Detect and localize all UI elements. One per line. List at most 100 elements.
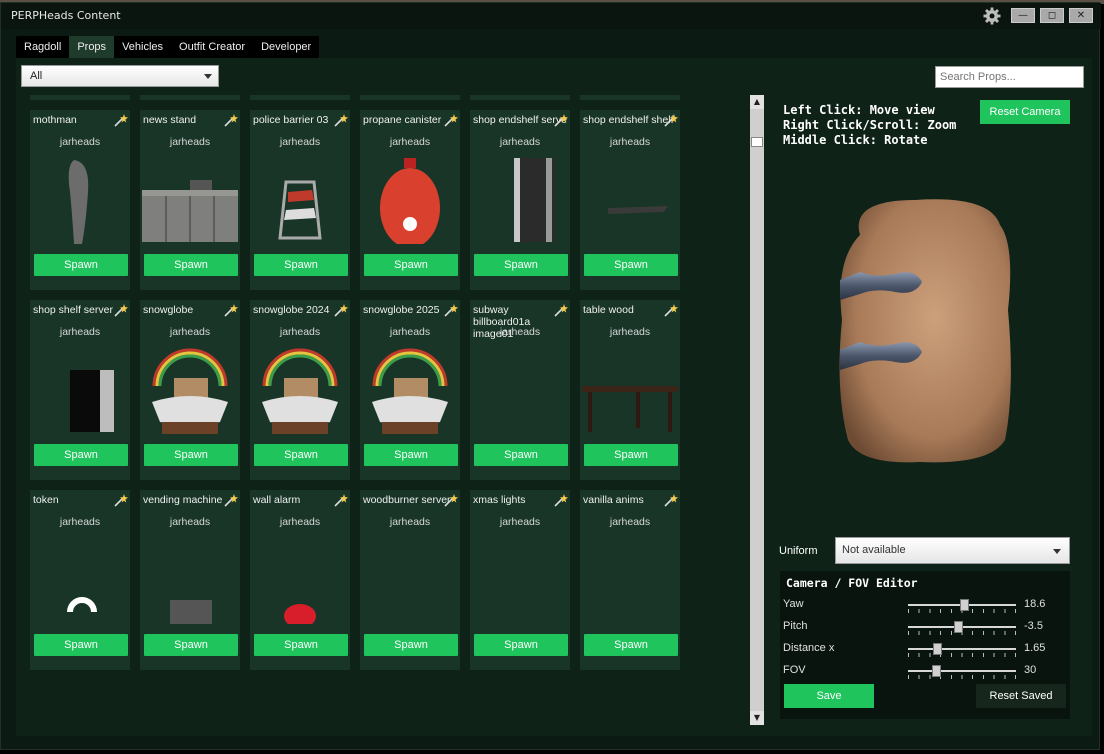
slider-track[interactable] <box>908 648 1016 650</box>
magic-wand-icon[interactable] <box>224 112 238 127</box>
maximize-button[interactable]: ◻ <box>1040 8 1064 23</box>
prop-card-table-wood[interactable]: table wood jarheads Spawn <box>580 300 680 480</box>
spawn-button[interactable]: Spawn <box>254 634 348 656</box>
slider-ticks <box>908 675 1016 679</box>
prop-card-propane-canister[interactable]: propane canister jarheads Spawn <box>360 110 460 290</box>
scroll-down-arrow-icon[interactable]: ▼ <box>750 711 764 725</box>
slider-track[interactable] <box>908 670 1016 672</box>
gear-icon[interactable] <box>983 7 1001 25</box>
spawn-button[interactable]: Spawn <box>254 254 348 276</box>
prop-card-snowglobe[interactable]: snowglobe jarheads Spawn <box>140 300 240 480</box>
tab-vehicles[interactable]: Vehicles <box>114 36 171 58</box>
pitch-slider[interactable] <box>908 621 1016 635</box>
spawn-button[interactable]: Spawn <box>474 254 568 276</box>
magic-wand-icon[interactable] <box>114 492 128 507</box>
prop-card-large[interactable]: largejarheadsSpawn <box>470 95 570 100</box>
spawn-button[interactable]: Spawn <box>34 254 128 276</box>
title-bar[interactable]: PERPHeads Content — ◻ ✕ <box>1 3 1101 29</box>
prop-card-small[interactable]: smalljarheadsSpawn <box>580 95 680 100</box>
magic-wand-icon[interactable] <box>224 302 238 317</box>
magic-wand-icon[interactable] <box>554 302 568 317</box>
magic-wand-icon[interactable] <box>444 112 458 127</box>
magic-wand-icon[interactable] <box>334 492 348 507</box>
props-scrollbar[interactable]: ▲ ▼ <box>750 95 764 725</box>
reset-camera-button[interactable]: Reset Camera <box>980 100 1070 124</box>
prop-card-vending-machine[interactable]: vending machine jarheads Spawn <box>140 490 240 670</box>
uniform-label: Uniform <box>779 545 818 557</box>
magic-wand-icon[interactable] <box>444 492 458 507</box>
prop-card-shop-endshelf-server[interactable]: shop endshelf server jarheads Spawn <box>470 110 570 290</box>
prop-model-thumbnail <box>142 180 238 242</box>
prop-card-wall-alarm[interactable]: wall alarm jarheads Spawn <box>250 490 350 670</box>
prop-card-snowglobe-2025[interactable]: snowglobe 2025 jarheads Spawn <box>360 300 460 480</box>
tab-developer[interactable]: Developer <box>253 36 319 58</box>
distance-x-slider[interactable] <box>908 643 1016 657</box>
slider-knob[interactable] <box>932 665 941 677</box>
magic-wand-icon[interactable] <box>334 302 348 317</box>
spawn-button[interactable]: Spawn <box>34 634 128 656</box>
prop-author: jarheads <box>609 136 651 148</box>
spawn-button[interactable]: Spawn <box>254 444 348 466</box>
prop-card-token[interactable]: token jarheads Spawn <box>30 490 130 670</box>
spawn-button[interactable]: Spawn <box>144 254 238 276</box>
scroll-up-arrow-icon[interactable]: ▲ <box>750 95 764 109</box>
scroll-thumb[interactable] <box>751 137 763 147</box>
prop-card-xmas-lights[interactable]: xmas lights jarheads Spawn <box>470 490 570 670</box>
slider-knob[interactable] <box>960 599 969 611</box>
tab-outfit-creator[interactable]: Outfit Creator <box>171 36 253 58</box>
spawn-button[interactable]: Spawn <box>474 634 568 656</box>
magic-wand-icon[interactable] <box>554 492 568 507</box>
spawn-button[interactable]: Spawn <box>144 444 238 466</box>
spawn-button[interactable]: Spawn <box>34 444 128 466</box>
magic-wand-icon[interactable] <box>114 112 128 127</box>
yaw-slider[interactable] <box>908 599 1016 613</box>
close-button[interactable]: ✕ <box>1069 8 1093 23</box>
prop-name: snowglobe 2025 <box>363 304 440 316</box>
spawn-button[interactable]: Spawn <box>364 634 458 656</box>
distance-x-value: 1.65 <box>1024 642 1046 654</box>
tab-bar: Ragdoll Props Vehicles Outfit Creator Develo… <box>16 36 320 58</box>
slider-knob[interactable] <box>954 621 963 633</box>
prop-card-gascan[interactable]: gascanjarheadsSpawn <box>140 95 240 100</box>
uniform-select[interactable]: Not available <box>835 537 1070 564</box>
reset-saved-button[interactable]: Reset Saved <box>976 684 1066 708</box>
prop-card-tradyes-stool[interactable]: tradyes stooljarheadsSpawn <box>30 95 130 100</box>
spawn-button[interactable]: Spawn <box>364 444 458 466</box>
magic-wand-icon[interactable] <box>114 302 128 317</box>
spawn-button[interactable]: Spawn <box>474 444 568 466</box>
fov-slider[interactable] <box>908 665 1016 679</box>
tab-ragdoll[interactable]: Ragdoll <box>16 36 69 58</box>
search-props-input[interactable] <box>935 66 1084 88</box>
spawn-button[interactable]: Spawn <box>584 254 678 276</box>
prop-card-vanilla-anims[interactable]: vanilla anims jarheads Spawn <box>580 490 680 670</box>
prop-card-news-stand[interactable]: news stand jarheads Spawn <box>140 110 240 290</box>
help-line-right-click: Right Click/Scroll: Zoom <box>783 118 957 132</box>
magic-wand-icon[interactable] <box>664 112 678 127</box>
category-filter-select[interactable]: All <box>21 65 219 87</box>
magic-wand-icon[interactable] <box>554 112 568 127</box>
magic-wand-icon[interactable] <box>444 302 458 317</box>
spawn-button[interactable]: Spawn <box>584 634 678 656</box>
prop-card-snowglobe-2024[interactable]: snowglobe 2024 jarheads Spawn <box>250 300 350 480</box>
magic-wand-icon[interactable] <box>664 492 678 507</box>
prop-card-magic-potion[interactable]: magic potionjarheadsSpawn <box>360 95 460 100</box>
prop-card-woodburner-server[interactable]: woodburner server jarheads Spawn <box>360 490 460 670</box>
magic-wand-icon[interactable] <box>664 302 678 317</box>
model-preview-viewport[interactable] <box>820 190 1030 480</box>
tab-props[interactable]: Props <box>69 36 115 58</box>
prop-card-mothman[interactable]: mothman jarheads Spawn <box>30 110 130 290</box>
minimize-button[interactable]: — <box>1011 8 1035 23</box>
prop-name: propane canister <box>363 114 442 126</box>
spawn-button[interactable]: Spawn <box>584 444 678 466</box>
slider-knob[interactable] <box>933 643 942 655</box>
save-button[interactable]: Save <box>784 684 874 708</box>
spawn-button[interactable]: Spawn <box>364 254 458 276</box>
prop-card-shop-shelf-server[interactable]: shop shelf server jarheads Spawn <box>30 300 130 480</box>
spawn-button[interactable]: Spawn <box>144 634 238 656</box>
magic-wand-icon[interactable] <box>334 112 348 127</box>
prop-card-subway-billboard01a-image01[interactable]: subway billboard01a image01 jarheads Spawn <box>470 300 570 480</box>
prop-card-ghost[interactable]: ghostjarheadsSpawn <box>250 95 350 100</box>
prop-card-shop-endshelf-shelf[interactable]: shop endshelf shelf jarheads Spawn <box>580 110 680 290</box>
prop-card-police-barrier-03[interactable]: police barrier 03 jarheads Spawn <box>250 110 350 290</box>
magic-wand-icon[interactable] <box>224 492 238 507</box>
